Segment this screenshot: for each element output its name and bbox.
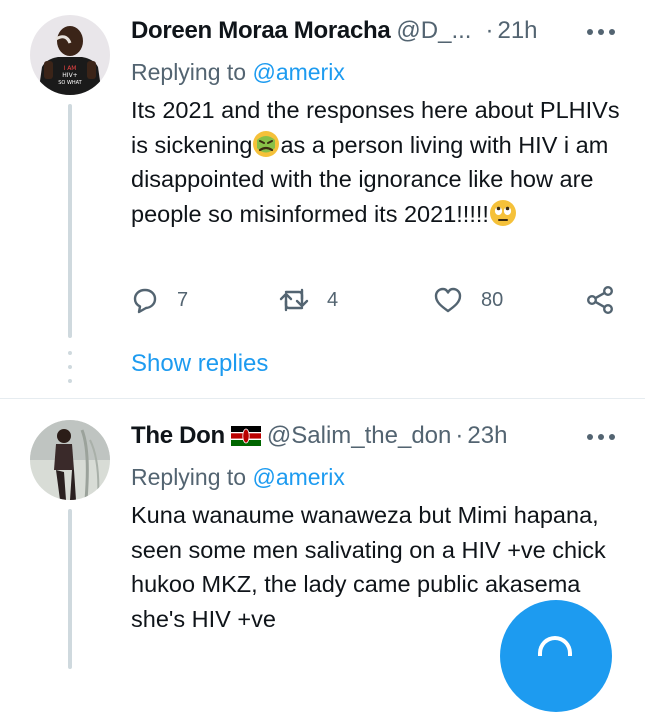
share-button[interactable] — [585, 280, 615, 320]
thread-line — [68, 104, 72, 338]
separator-dot: · — [455, 422, 464, 449]
tweet-text: Its 2021 and the responses here about PL… — [131, 93, 621, 231]
mention-link[interactable]: @amerix — [252, 59, 344, 85]
like-count: 80 — [481, 288, 504, 311]
tweet-header: The Don @Salim_the_don · 23h — [131, 419, 507, 453]
tweet-header: Doreen Moraa Moracha @D_... · 21h — [131, 14, 538, 48]
replying-prefix: Replying to — [131, 59, 247, 85]
kenya-flag-icon — [230, 426, 261, 446]
author-name[interactable]: The Don — [131, 422, 225, 450]
author-name[interactable]: Doreen Moraa Moracha — [131, 17, 391, 45]
tweet-1[interactable]: I AM HIV+ SO WHAT Doreen Moraa Moracha @… — [0, 0, 645, 398]
avatar[interactable]: I AM HIV+ SO WHAT — [30, 15, 110, 95]
timestamp[interactable]: 21h — [497, 17, 537, 45]
avatar[interactable] — [30, 420, 110, 500]
share-icon — [587, 286, 614, 315]
retweet-icon — [279, 288, 309, 312]
reply-button[interactable]: 7 — [131, 280, 188, 320]
face-with-rolling-eyes-icon — [489, 199, 516, 226]
timestamp[interactable]: 23h — [467, 422, 507, 450]
mention-link[interactable]: @amerix — [252, 464, 344, 490]
reply-icon — [133, 288, 157, 314]
svg-text:HIV+: HIV+ — [62, 72, 77, 79]
retweet-count: 4 — [327, 288, 339, 311]
compose-button[interactable] — [500, 600, 612, 712]
show-replies-link[interactable]: Show replies — [131, 350, 268, 378]
replying-to: Replying to @amerix — [131, 464, 345, 491]
like-button[interactable]: 80 — [433, 280, 503, 320]
svg-text:SO WHAT: SO WHAT — [58, 80, 82, 86]
tweet-actions: 7 4 80 — [131, 280, 621, 320]
more-options-icon[interactable] — [587, 27, 615, 37]
thread-line — [68, 509, 72, 669]
svg-text:I AM: I AM — [64, 65, 77, 72]
heart-icon — [434, 287, 462, 313]
retweet-button[interactable]: 4 — [279, 280, 338, 320]
nauseated-face-icon — [253, 130, 280, 157]
thread-continuation-dots — [67, 351, 73, 383]
separator-dot: · — [485, 17, 494, 44]
reply-count: 7 — [177, 288, 189, 311]
author-handle[interactable]: @D_... — [396, 17, 471, 45]
replying-to: Replying to @amerix — [131, 59, 345, 86]
more-options-icon[interactable] — [587, 432, 615, 442]
replying-prefix: Replying to — [131, 464, 247, 490]
author-handle[interactable]: @Salim_the_don — [267, 422, 451, 450]
